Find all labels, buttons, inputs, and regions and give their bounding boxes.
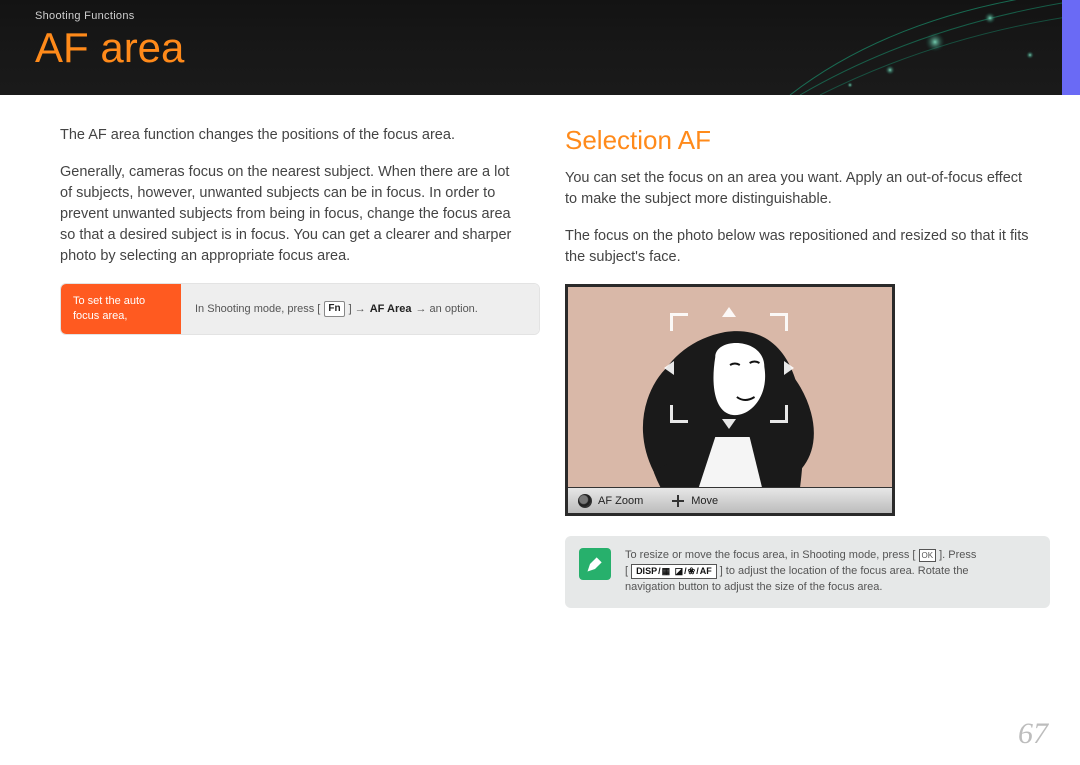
camera-preview: AF Zoom Move	[565, 284, 895, 516]
chapter-tab[interactable]	[1062, 0, 1080, 95]
preview-status-bar: AF Zoom Move	[568, 487, 892, 513]
intro-paragraph-1: The AF area function changes the positio…	[60, 125, 525, 146]
right-column: Selection AF You can set the focus on an…	[565, 125, 1030, 608]
af-zoom-indicator: AF Zoom	[578, 494, 643, 508]
page-number: 67	[1018, 717, 1048, 751]
af-label: AF	[700, 565, 712, 578]
arrow-down-icon	[722, 419, 736, 429]
fn-key: Fn	[324, 301, 344, 317]
move-label: Move	[691, 495, 718, 507]
manual-page: Shooting Functions AF area	[0, 0, 1080, 765]
frame-corner-bl	[670, 405, 688, 423]
note-l1-pre: To resize or move the focus area, in Sho…	[625, 549, 915, 561]
tip-text: To resize or move the focus area, in Sho…	[625, 548, 976, 596]
instr-mid: ] →	[349, 303, 366, 315]
header-decoration	[780, 0, 1080, 95]
note-l3: navigation button to adjust the size of …	[625, 580, 976, 596]
instr-bold: AF Area	[370, 303, 412, 315]
preview-image	[568, 287, 892, 487]
left-column: The AF area function changes the positio…	[60, 125, 525, 608]
arrow-up-icon	[722, 307, 736, 317]
arrow-left-icon	[664, 361, 674, 375]
disp-label: DISP	[636, 565, 657, 578]
frame-corner-tr	[770, 313, 788, 331]
ev-icon: ◪	[675, 565, 684, 578]
right-p1: You can set the focus on an area you wan…	[565, 168, 1030, 210]
frame-corner-br	[770, 405, 788, 423]
move-indicator: Move	[671, 494, 718, 508]
content-columns: The AF area function changes the positio…	[0, 95, 1080, 608]
section-title: Selection AF	[565, 125, 1030, 156]
instr-post: → an option.	[415, 303, 477, 315]
instruction-body: In Shooting mode, press [ Fn ] → AF Area…	[181, 284, 539, 334]
af-focus-frame[interactable]	[670, 313, 788, 423]
arrow-right-icon	[784, 361, 794, 375]
note-l2-tail: to adjust the location of the focus area…	[726, 564, 969, 580]
instr-pre: In Shooting mode, press [	[195, 303, 320, 315]
macro-icon: ❀	[688, 565, 696, 578]
tip-box: To resize or move the focus area, in Sho…	[565, 536, 1050, 608]
page-header: Shooting Functions AF area	[0, 0, 1080, 95]
ok-button-icon: OK	[919, 549, 937, 562]
grid-icon: ▦	[662, 565, 671, 578]
instruction-label: To set the auto focus area,	[61, 284, 181, 334]
dpad-icon	[671, 494, 685, 508]
pen-icon	[579, 548, 611, 580]
note-l1-post: ]. Press	[939, 549, 976, 561]
intro-paragraph-2: Generally, cameras focus on the nearest …	[60, 162, 525, 267]
dial-icon	[578, 494, 592, 508]
frame-corner-tl	[670, 313, 688, 331]
right-p2: The focus on the photo below was reposit…	[565, 226, 1030, 268]
af-zoom-label: AF Zoom	[598, 495, 643, 507]
instruction-box: To set the auto focus area, In Shooting …	[60, 283, 540, 335]
disp-buttons-badge: DISP / ▦ ◪ / ❀ / AF	[631, 564, 717, 579]
